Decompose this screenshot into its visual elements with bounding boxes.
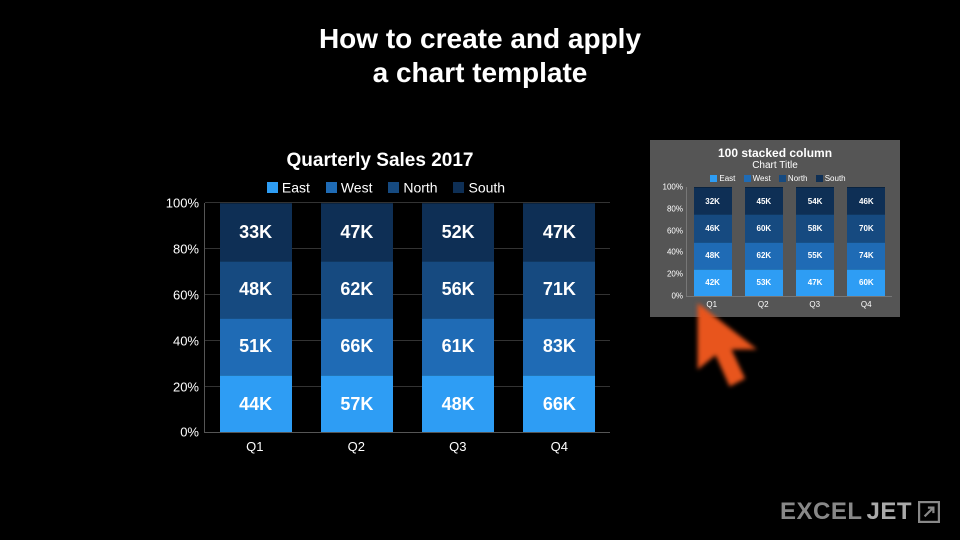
thumb-legend: East West North South xyxy=(658,174,892,183)
thumb-swatch-east xyxy=(710,175,717,182)
bar-segment: 60K xyxy=(745,214,783,241)
brand-text-2: JET xyxy=(866,498,912,526)
bar-segment: 56K xyxy=(422,261,494,318)
bar-segment: 74K xyxy=(847,242,885,269)
x-tick: Q3 xyxy=(422,439,494,454)
y-tick: 60% xyxy=(155,287,199,302)
bar-segment: 52K xyxy=(422,203,494,260)
thumb-chart-title: Chart Title xyxy=(658,160,892,171)
bar-segment: 70K xyxy=(847,214,885,241)
thumb-x-tick: Q3 xyxy=(796,300,834,309)
thumb-plot-area: 0% 20% 40% 60% 80% 100% 42K48K46K32K53K6… xyxy=(686,187,892,297)
thumb-legend-south: South xyxy=(825,174,846,183)
main-chart: Quarterly Sales 2017 East West North Sou… xyxy=(150,150,610,470)
thumb-template-name: 100 stacked column xyxy=(658,146,892,160)
thumb-swatch-north xyxy=(779,175,786,182)
brand-text-1: EXCEL xyxy=(780,498,863,526)
bar-segment: 48K xyxy=(422,375,494,432)
y-tick: 0% xyxy=(155,425,199,440)
chart-template-thumbnail[interactable]: 100 stacked column Chart Title East West… xyxy=(650,140,900,317)
y-tick: 80% xyxy=(155,242,199,257)
bar-column: 42K48K46K32K xyxy=(694,187,732,296)
chart-plot-area: 0% 20% 40% 60% 80% 100% 44K51K48K33K57K6… xyxy=(204,203,610,433)
x-tick: Q4 xyxy=(523,439,595,454)
bar-column: 60K74K70K46K xyxy=(847,187,885,296)
thumb-legend-east: East xyxy=(719,174,735,183)
heading-line-2: a chart template xyxy=(0,56,960,90)
y-tick: 20% xyxy=(155,379,199,394)
bar-segment: 44K xyxy=(220,375,292,432)
bar-column: 48K61K56K52K xyxy=(422,203,494,432)
bar-segment: 47K xyxy=(321,203,393,260)
bar-segment: 55K xyxy=(796,242,834,269)
thumb-legend-north: North xyxy=(788,174,808,183)
bar-column: 44K51K48K33K xyxy=(220,203,292,432)
bar-column: 47K55K58K54K xyxy=(796,187,834,296)
legend-label-west: West xyxy=(341,179,373,195)
legend-swatch-west xyxy=(326,182,337,193)
thumb-swatch-south xyxy=(816,175,823,182)
thumb-y-tick: 100% xyxy=(659,183,683,192)
bar-segment: 48K xyxy=(220,261,292,318)
bar-segment: 46K xyxy=(694,214,732,241)
bar-segment: 32K xyxy=(694,187,732,214)
thumb-y-tick: 40% xyxy=(659,248,683,257)
bar-segment: 66K xyxy=(523,375,595,432)
x-tick: Q1 xyxy=(219,439,291,454)
brand-arrow-icon xyxy=(918,501,940,523)
legend-label-east: East xyxy=(282,179,310,195)
chart-title: Quarterly Sales 2017 xyxy=(150,150,610,172)
bar-segment: 66K xyxy=(321,318,393,375)
cursor-icon xyxy=(695,300,765,390)
bar-segment: 58K xyxy=(796,214,834,241)
bar-segment: 47K xyxy=(796,269,834,296)
legend-label-north: North xyxy=(403,179,437,195)
bar-segment: 62K xyxy=(745,242,783,269)
thumb-y-tick: 60% xyxy=(659,226,683,235)
legend-swatch-south xyxy=(453,182,464,193)
thumb-x-tick: Q4 xyxy=(847,300,885,309)
bar-segment: 45K xyxy=(745,187,783,214)
chart-legend: East West North South xyxy=(150,178,610,195)
bar-segment: 51K xyxy=(220,318,292,375)
brand-logo: EXCELJET xyxy=(780,498,940,526)
y-tick: 100% xyxy=(155,196,199,211)
bar-segment: 60K xyxy=(847,269,885,296)
thumb-y-tick: 20% xyxy=(659,270,683,279)
bar-segment: 61K xyxy=(422,318,494,375)
bar-segment: 47K xyxy=(523,203,595,260)
bar-segment: 48K xyxy=(694,242,732,269)
legend-label-south: South xyxy=(468,179,505,195)
legend-swatch-north xyxy=(388,182,399,193)
bar-column: 66K83K71K47K xyxy=(523,203,595,432)
thumb-swatch-west xyxy=(744,175,751,182)
bar-column: 53K62K60K45K xyxy=(745,187,783,296)
bar-segment: 53K xyxy=(745,269,783,296)
x-tick: Q2 xyxy=(320,439,392,454)
y-tick: 40% xyxy=(155,333,199,348)
heading-line-1: How to create and apply xyxy=(0,22,960,56)
page-heading: How to create and apply a chart template xyxy=(0,22,960,89)
bar-segment: 46K xyxy=(847,187,885,214)
bar-segment: 54K xyxy=(796,187,834,214)
bar-segment: 33K xyxy=(220,203,292,260)
thumb-y-tick: 80% xyxy=(659,204,683,213)
thumb-legend-west: West xyxy=(753,174,771,183)
x-axis-labels: Q1 Q2 Q3 Q4 xyxy=(204,433,610,454)
bar-segment: 62K xyxy=(321,261,393,318)
thumb-y-tick: 0% xyxy=(659,292,683,301)
legend-swatch-east xyxy=(267,182,278,193)
bar-segment: 42K xyxy=(694,269,732,296)
bar-segment: 71K xyxy=(523,261,595,318)
bar-column: 57K66K62K47K xyxy=(321,203,393,432)
bar-segment: 57K xyxy=(321,375,393,432)
bar-segment: 83K xyxy=(523,318,595,375)
